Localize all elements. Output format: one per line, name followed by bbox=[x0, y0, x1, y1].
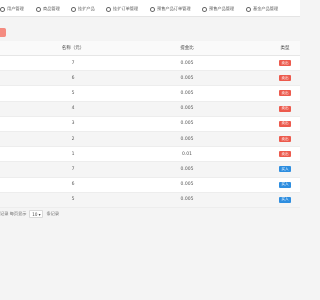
circle-icon bbox=[202, 6, 207, 12]
header-ratio[interactable]: 提金比 bbox=[162, 41, 212, 55]
table-row[interactable]: 6 0.005 卖出 bbox=[0, 71, 300, 87]
cell-name: 3 bbox=[71, 121, 75, 127]
cell-name: 2 bbox=[71, 136, 75, 142]
table-row[interactable]: 2 0.005 卖出 bbox=[0, 131, 300, 148]
cell-type: 卖出 bbox=[260, 132, 310, 146]
nav-item-users[interactable]: 用户管理 bbox=[0, 6, 24, 12]
nav-item-presale-orders[interactable]: 预售产品订单管理 bbox=[150, 6, 191, 12]
cell-name: 6 bbox=[71, 75, 75, 81]
cell-type: 卖出 bbox=[260, 117, 310, 131]
type-tag-buy: 买入 bbox=[279, 181, 291, 188]
cell-type: 卖出 bbox=[260, 147, 310, 161]
circle-icon bbox=[106, 6, 111, 12]
circle-icon bbox=[71, 6, 76, 12]
nav-item-products[interactable]: 商品管理 bbox=[36, 6, 60, 12]
table-row[interactable]: 4 0.005 卖出 bbox=[0, 101, 300, 117]
cell-ratio: 0.005 bbox=[180, 166, 194, 172]
table-row[interactable]: 7 0.005 卖出 bbox=[0, 56, 300, 72]
cell-ratio: 0.005 bbox=[180, 121, 194, 127]
pager-prefix: 记录 每页显示 bbox=[0, 211, 27, 216]
table-row[interactable]: 7 0.005 买入 bbox=[0, 162, 300, 178]
cell-type: 卖出 bbox=[260, 56, 310, 70]
cell-ratio: 0.005 bbox=[180, 75, 194, 81]
table-row[interactable]: 5 0.005 买入 bbox=[0, 192, 300, 208]
type-tag-buy: 买入 bbox=[279, 196, 291, 203]
cell-ratio: 0.005 bbox=[180, 106, 194, 112]
circle-icon bbox=[246, 6, 251, 12]
cell-ratio: 0.01 bbox=[181, 151, 193, 157]
cell-ratio: 0.005 bbox=[180, 60, 194, 66]
nav-item-hang-orders[interactable]: 挂扩订单管理 bbox=[106, 6, 138, 12]
type-tag-sell: 卖出 bbox=[279, 136, 291, 143]
cell-type: 买入 bbox=[260, 193, 310, 207]
type-tag-sell: 卖出 bbox=[279, 75, 291, 82]
accent-tab[interactable] bbox=[0, 28, 6, 37]
type-tag-buy: 买入 bbox=[279, 166, 291, 173]
header-type[interactable]: 类型 bbox=[260, 41, 310, 55]
circle-icon bbox=[150, 6, 155, 12]
header-name[interactable]: 名称（元） bbox=[48, 41, 98, 55]
nav-item-label: 挂扩订单管理 bbox=[113, 6, 139, 11]
cell-type: 买入 bbox=[260, 178, 310, 192]
page-size-select[interactable]: 10 ▾ bbox=[29, 210, 44, 218]
cell-type: 买入 bbox=[260, 162, 310, 176]
cell-name: 7 bbox=[71, 166, 75, 172]
cell-name: 5 bbox=[71, 90, 75, 96]
pagination: 记录 每页显示 10 ▾ 条记录 bbox=[0, 208, 300, 220]
cell-ratio: 0.005 bbox=[180, 136, 194, 142]
cell-ratio: 0.005 bbox=[180, 90, 194, 96]
nav-item-fund-products[interactable]: 基金产品管理 bbox=[246, 6, 278, 12]
type-tag-sell: 卖出 bbox=[279, 60, 291, 67]
cell-ratio: 0.005 bbox=[180, 197, 194, 203]
cell-ratio: 0.005 bbox=[180, 182, 194, 188]
nav-item-presale-products[interactable]: 预售产品管理 bbox=[202, 6, 234, 12]
cell-type: 卖出 bbox=[260, 102, 310, 116]
table-header: 名称（元） 提金比 类型 bbox=[0, 41, 300, 56]
circle-icon bbox=[36, 6, 41, 12]
cell-name: 4 bbox=[71, 106, 75, 112]
cell-name: 1 bbox=[71, 151, 75, 157]
circle-icon bbox=[0, 6, 5, 12]
nav-item-label: 商品管理 bbox=[43, 6, 60, 11]
cell-type: 卖出 bbox=[260, 71, 310, 85]
table-row[interactable]: 6 0.005 买入 bbox=[0, 178, 300, 193]
cell-name: 6 bbox=[71, 182, 75, 188]
table-row[interactable]: 3 0.005 卖出 bbox=[0, 117, 300, 132]
nav-item-label: 预售产品管理 bbox=[209, 6, 235, 11]
nav-item-label: 预售产品订单管理 bbox=[157, 6, 191, 11]
data-table: 名称（元） 提金比 类型 7 0.005 卖出 6 0.005 卖出 5 0.0… bbox=[0, 41, 300, 208]
nav-item-label: 挂扩产品 bbox=[78, 6, 95, 11]
pager-suffix: 条记录 bbox=[46, 211, 60, 216]
nav-item-label: 用户管理 bbox=[7, 6, 24, 11]
cell-name: 7 bbox=[71, 60, 75, 66]
type-tag-sell: 卖出 bbox=[279, 120, 291, 127]
cell-name: 5 bbox=[71, 197, 75, 203]
type-tag-sell: 卖出 bbox=[279, 90, 291, 97]
table-row[interactable]: 5 0.005 卖出 bbox=[0, 86, 300, 102]
nav-item-hang-products[interactable]: 挂扩产品 bbox=[71, 6, 95, 12]
top-navigation: 用户管理 商品管理 挂扩产品 挂扩订单管理 预售产品订单管理 预售产品管理 基金… bbox=[0, 0, 300, 17]
nav-item-label: 基金产品管理 bbox=[253, 6, 279, 11]
cell-type: 卖出 bbox=[260, 86, 310, 100]
type-tag-sell: 卖出 bbox=[279, 151, 291, 158]
type-tag-sell: 卖出 bbox=[279, 105, 291, 112]
table-row[interactable]: 1 0.01 卖出 bbox=[0, 147, 300, 163]
